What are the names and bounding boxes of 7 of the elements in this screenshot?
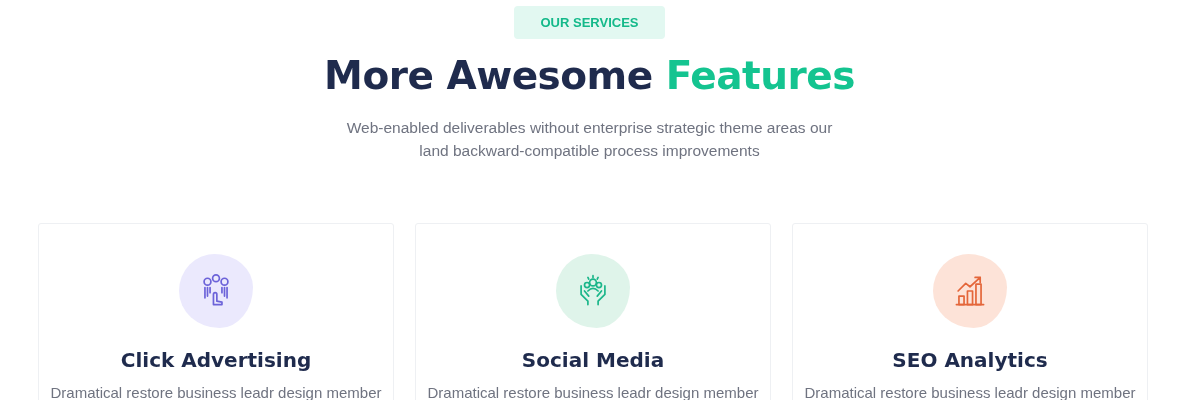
- card-title: Click Advertising: [120, 348, 312, 372]
- card-title: Social Media: [521, 348, 665, 372]
- section-heading: More Awesome Features: [324, 53, 855, 98]
- section-description: Web-enabled deliverables without enterprise strategic theme areas our land backward-compatible process improvements: [345, 118, 834, 161]
- section-label: OUR SERVICES: [514, 6, 665, 39]
- growth-chart-icon: [953, 274, 987, 308]
- card-title: SEO Analytics: [892, 348, 1048, 372]
